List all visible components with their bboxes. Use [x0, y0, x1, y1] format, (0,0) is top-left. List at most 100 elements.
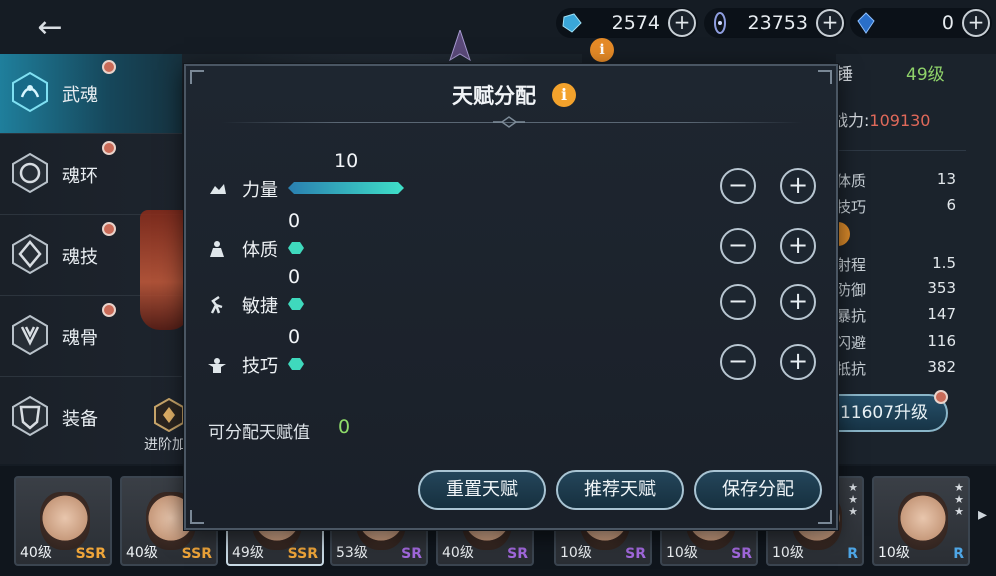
sidebar-item-label: 魂环: [62, 166, 98, 187]
corner-ornament: [818, 510, 832, 524]
hero-card[interactable]: 40级 SSR: [14, 476, 112, 566]
soul-skill-icon: [12, 233, 48, 275]
notification-dot: [102, 60, 116, 74]
add-crystal-button[interactable]: +: [668, 9, 696, 37]
upgrade-button[interactable]: 11607升级: [820, 390, 948, 432]
info-icon[interactable]: i: [590, 38, 614, 62]
advance-icon[interactable]: [152, 397, 186, 433]
hero-level: 49级: [906, 65, 945, 85]
talent-allocation-dialog: 天赋分配 i 力量 10− + 体质 0− + 敏捷 0− + 技巧 0− + 可分配天赋值 0 重置…: [184, 64, 838, 530]
rarity-badge: SSR: [287, 546, 318, 562]
attribute-progress-bar: [288, 182, 404, 194]
save-allocation-button[interactable]: 保存分配: [694, 470, 822, 510]
agility-icon: [210, 295, 223, 314]
rarity-badge: SR: [625, 546, 646, 562]
spirit-value: 23753: [747, 12, 808, 34]
dialog-title: 天赋分配: [452, 84, 536, 108]
divider-ornament: [493, 116, 525, 128]
attribute-value: 0: [288, 326, 301, 348]
attribute-label: 敏捷: [242, 296, 278, 317]
spirit-ring-icon: [714, 12, 726, 34]
sidebar-item-label: 装备: [62, 409, 98, 430]
hero-level: 49级: [232, 545, 264, 561]
available-points-label: 可分配天赋值: [208, 423, 310, 443]
corner-ornament: [190, 510, 204, 524]
upgrade-label: 11607升级: [839, 403, 929, 423]
hero-level: 10级: [772, 545, 804, 561]
rarity-badge: SR: [731, 546, 752, 562]
soul-ring-icon: [12, 152, 48, 194]
hero-level: 40级: [20, 545, 52, 561]
attribute-value: 0: [288, 266, 301, 288]
notification-dot: [934, 390, 948, 404]
attribute-progress-pip: [288, 242, 304, 254]
info-icon[interactable]: i: [552, 83, 576, 107]
star-icons: ★ ★ ★: [848, 481, 858, 518]
recommend-talent-button[interactable]: 推荐天赋: [556, 470, 684, 510]
advance-label: 进阶加: [144, 437, 186, 453]
hero-level: 40级: [126, 545, 158, 561]
hero-level: 10级: [878, 545, 910, 561]
increase-button[interactable]: +: [780, 284, 816, 320]
add-gem-button[interactable]: +: [962, 9, 990, 37]
notification-dot: [102, 222, 116, 236]
divider: [836, 150, 966, 151]
sidebar-item-soul-ring[interactable]: 魂环: [0, 135, 182, 215]
rarity-badge: SR: [401, 546, 422, 562]
soul-bone-icon: [12, 314, 48, 356]
resource-spirit: 23753 +: [704, 8, 846, 38]
increase-button[interactable]: +: [780, 228, 816, 264]
decrease-button[interactable]: −: [720, 344, 756, 380]
stat-row: 技巧 6: [836, 196, 956, 216]
rarity-badge: SSR: [181, 546, 212, 562]
gem-value: 0: [941, 12, 954, 34]
decrease-button[interactable]: −: [720, 284, 756, 320]
resource-gem: 0 +: [850, 8, 992, 38]
notification-dot: [102, 303, 116, 317]
stat-row: 射程 1.5: [836, 254, 956, 274]
attribute-label: 力量: [242, 180, 278, 201]
crest-ornament: [444, 28, 476, 64]
stat-row: 闪避 116: [836, 332, 956, 352]
combat-power-value: 109130: [869, 111, 931, 130]
stat-row: 体质 13: [836, 170, 956, 190]
blue-crystal-icon: [562, 13, 582, 33]
combat-power: 战力:109130: [832, 111, 931, 130]
rarity-badge: R: [847, 546, 858, 562]
attribute-progress-pip: [288, 358, 304, 370]
hero-level: 10级: [560, 545, 592, 561]
resource-crystal: 2574 +: [556, 8, 698, 38]
constitution-icon: [210, 241, 224, 257]
sidebar-item-label: 武魂: [62, 85, 98, 106]
reset-talent-button[interactable]: 重置天赋: [418, 470, 546, 510]
stat-row: 防御 353: [836, 279, 956, 299]
hero-name: 锤: [836, 65, 853, 85]
add-spirit-button[interactable]: +: [816, 9, 844, 37]
hero-level: 53级: [336, 545, 368, 561]
soul-gem-icon: [857, 12, 875, 34]
stat-row: 抵抗 382: [836, 358, 956, 378]
sidebar-item-martial-soul[interactable]: 武魂: [0, 54, 182, 134]
increase-button[interactable]: +: [780, 344, 816, 380]
corner-ornament: [818, 70, 832, 84]
hero-card[interactable]: ★ ★ ★ 10级 R: [872, 476, 970, 566]
notification-dot: [102, 141, 116, 155]
rarity-badge: R: [953, 546, 964, 562]
attribute-label: 体质: [242, 240, 278, 261]
attribute-progress-pip: [288, 298, 304, 310]
stat-row: 暴抗 147: [836, 305, 956, 325]
decrease-button[interactable]: −: [720, 228, 756, 264]
star-icons: ★ ★ ★: [954, 481, 964, 518]
strength-icon: [210, 184, 226, 194]
scroll-right-icon[interactable]: ▸: [978, 504, 994, 525]
decrease-button[interactable]: −: [720, 168, 756, 204]
crystal-value: 2574: [611, 12, 660, 34]
rarity-badge: SSR: [75, 546, 106, 562]
rarity-badge: SR: [507, 546, 528, 562]
back-arrow-icon[interactable]: ←: [30, 10, 70, 46]
martial-soul-icon: [12, 71, 48, 113]
attribute-value: 0: [288, 210, 301, 232]
sidebar-item-label: 魂技: [62, 247, 98, 268]
increase-button[interactable]: +: [780, 168, 816, 204]
attribute-label: 技巧: [242, 356, 278, 377]
